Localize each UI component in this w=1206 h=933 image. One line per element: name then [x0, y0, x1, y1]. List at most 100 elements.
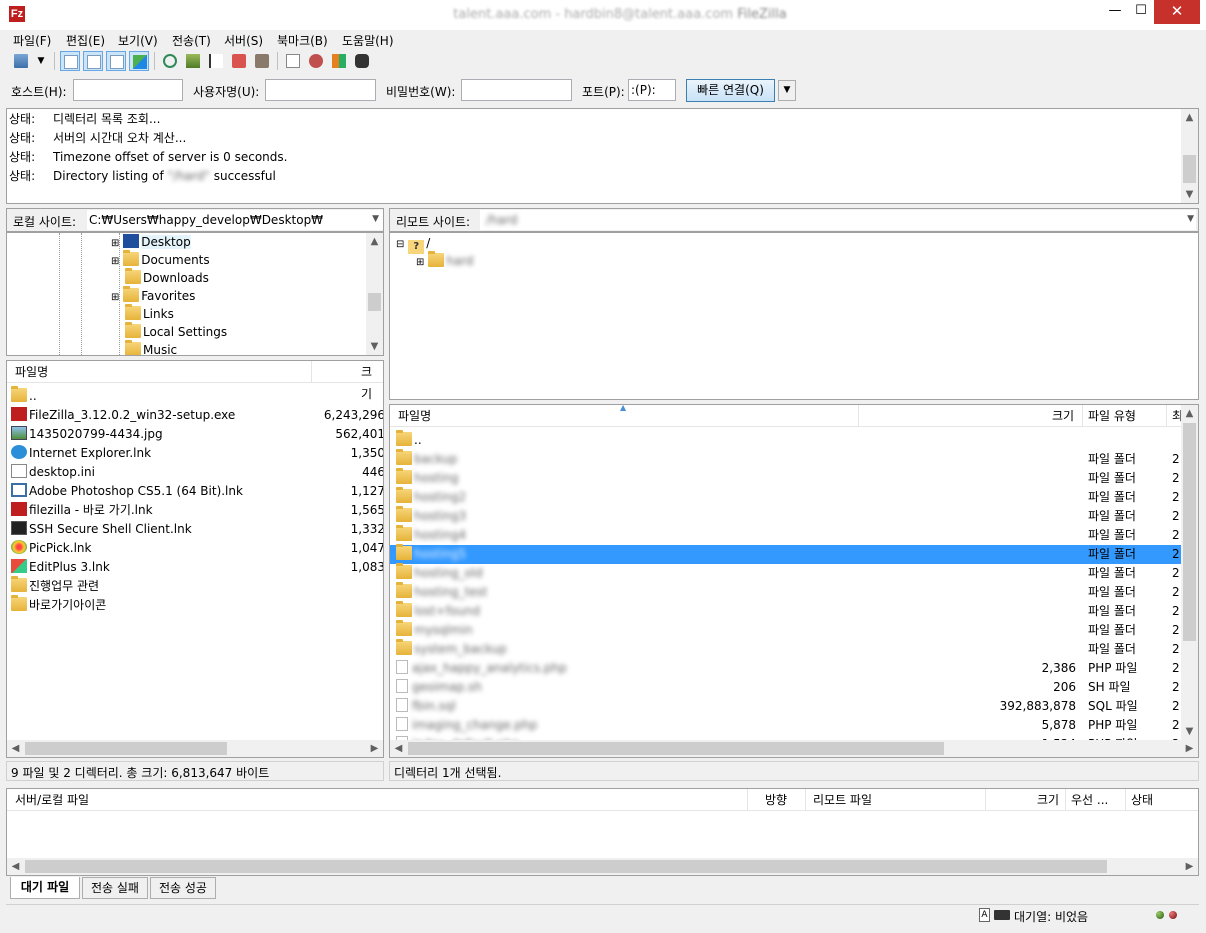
remote-file-row[interactable]: backup 파일 폴더 2 — [390, 449, 1181, 469]
tree-item[interactable]: Links — [125, 304, 174, 324]
remote-file-row[interactable]: fbin.sql 392,883,878 SQL 파일 2 — [390, 697, 1181, 716]
column-divider[interactable] — [858, 405, 859, 427]
scroll-right-icon[interactable]: ▶ — [366, 740, 383, 757]
tab-failed-transfers[interactable]: 전송 실패 — [82, 877, 148, 899]
column-divider[interactable] — [747, 789, 748, 811]
local-file-row[interactable]: 바로가기아이콘 — [11, 595, 381, 615]
scrollbar-thumb[interactable] — [25, 860, 1107, 873]
tree-item[interactable]: ⊞ Favorites — [111, 286, 195, 306]
local-file-row[interactable]: FileZilla_3.12.0.2_win32-setup.exe 6,243,… — [11, 406, 383, 425]
site-manager-dropdown[interactable]: ▼ — [34, 51, 48, 71]
remote-list-hscrollbar[interactable]: ◀ ▶ — [390, 740, 1198, 757]
remote-file-row[interactable]: hosting5 파일 폴더 2 — [390, 544, 1181, 564]
menu-help[interactable]: 도움말(H) — [342, 32, 394, 49]
local-tree-scrollbar[interactable]: ▲ ▼ — [366, 233, 383, 355]
close-button[interactable]: ✕ — [1154, 0, 1200, 24]
remote-file-row[interactable]: hosting2 파일 폴더 2 — [390, 487, 1181, 507]
collapse-icon[interactable]: ⊟ — [396, 239, 404, 250]
local-file-row[interactable]: 1435020799-4434.jpg 562,401 — [11, 425, 383, 444]
toggle-local-tree-button[interactable] — [83, 51, 103, 71]
local-file-row[interactable]: PicPick.lnk 1,047 — [11, 539, 383, 558]
chevron-down-icon[interactable]: ▼ — [1187, 214, 1194, 224]
refresh-button[interactable] — [160, 51, 180, 71]
toggle-log-button[interactable] — [60, 51, 80, 71]
column-header-name[interactable]: 파일명 — [398, 405, 431, 427]
remote-file-row[interactable]: ajax_happy_analytics.php 2,386 PHP 파일 2 — [390, 659, 1181, 678]
local-file-row[interactable]: .. — [11, 386, 381, 406]
scroll-right-icon[interactable]: ▶ — [1181, 858, 1198, 875]
expand-icon[interactable]: ⊞ — [111, 238, 119, 249]
column-header-type[interactable]: 파일 유형 — [1088, 405, 1136, 427]
tree-item[interactable]: ⊞ hard — [416, 251, 474, 271]
scroll-left-icon[interactable]: ◀ — [7, 858, 24, 875]
transfer-mode-icon[interactable]: A — [979, 908, 990, 922]
menu-file[interactable]: 파일(F) — [13, 32, 51, 49]
remote-file-row[interactable]: mysqlmin 파일 폴더 2 — [390, 620, 1181, 640]
remote-file-row[interactable]: system_backup 파일 폴더 2 — [390, 639, 1181, 659]
password-input[interactable] — [461, 79, 572, 101]
remote-list-vscrollbar[interactable]: ▲ ▼ — [1181, 405, 1198, 740]
column-divider[interactable] — [1125, 789, 1126, 811]
column-divider[interactable] — [1082, 405, 1083, 427]
tab-queued-files[interactable]: 대기 파일 — [10, 877, 80, 899]
toggle-remote-tree-button[interactable] — [106, 51, 126, 71]
remote-file-row[interactable]: .. — [390, 430, 1181, 450]
tree-item[interactable]: Downloads — [125, 268, 209, 288]
remote-file-row[interactable]: hosting_test 파일 폴더 2 — [390, 582, 1181, 602]
local-file-row[interactable]: Adobe Photoshop CS5.1 (64 Bit).lnk 1,127 — [11, 482, 383, 501]
column-header-name[interactable]: 파일명 — [15, 361, 48, 383]
remote-file-row[interactable]: lost+found 파일 폴더 2 — [390, 601, 1181, 621]
remote-path-input[interactable]: /hard — [480, 210, 1196, 230]
disconnect-button[interactable] — [229, 51, 249, 71]
tab-successful-transfers[interactable]: 전송 성공 — [150, 877, 216, 899]
search-remote-button[interactable] — [352, 51, 372, 71]
scrollbar-thumb[interactable] — [408, 742, 944, 755]
menu-server[interactable]: 서버(S) — [224, 32, 263, 49]
tree-item-root[interactable]: ⊟ ? / — [396, 234, 430, 254]
queue-column-status[interactable]: 상태 — [1131, 789, 1153, 811]
expand-icon[interactable]: ⊞ — [111, 256, 119, 267]
menu-transfer[interactable]: 전송(T) — [172, 32, 211, 49]
remote-file-row[interactable]: hosting_old 파일 폴더 2 — [390, 563, 1181, 583]
tree-item[interactable]: Local Settings — [125, 322, 227, 342]
queue-hscrollbar[interactable]: ◀ ▶ — [7, 858, 1198, 875]
sync-browsing-button[interactable] — [306, 51, 326, 71]
local-file-row[interactable]: Internet Explorer.lnk 1,350 — [11, 444, 383, 463]
queue-column-priority[interactable]: 우선 ... — [1071, 789, 1108, 811]
scrollbar-thumb[interactable] — [1183, 423, 1196, 641]
scroll-up-icon[interactable]: ▲ — [366, 233, 383, 250]
tree-item[interactable]: Music — [125, 340, 177, 355]
menu-edit[interactable]: 편집(E) — [66, 32, 105, 49]
chevron-down-icon[interactable]: ▼ — [372, 214, 379, 224]
menu-bookmarks[interactable]: 북마크(B) — [277, 32, 328, 49]
remote-file-row[interactable]: hosting4 파일 폴더 2 — [390, 525, 1181, 545]
column-divider[interactable] — [1166, 405, 1167, 427]
local-file-row[interactable]: 진행업무 관련 — [11, 576, 381, 596]
port-input[interactable]: :(P): — [628, 79, 676, 101]
column-header-size[interactable]: 크기 — [1052, 405, 1074, 427]
username-input[interactable] — [265, 79, 376, 101]
reconnect-button[interactable] — [252, 51, 272, 71]
process-queue-button[interactable] — [183, 51, 203, 71]
site-manager-button[interactable] — [11, 51, 31, 71]
queue-column-remote[interactable]: 리모트 파일 — [813, 789, 872, 811]
queue-column-file[interactable]: 서버/로컬 파일 — [15, 789, 89, 811]
scrollbar-thumb[interactable] — [1183, 155, 1196, 183]
queue-column-direction[interactable]: 방향 — [765, 789, 787, 811]
directory-listing-filter-button[interactable] — [283, 51, 303, 71]
quickconnect-button[interactable]: 빠른 연결(Q) — [686, 79, 775, 102]
remote-file-row[interactable]: imaging_change.php 5,878 PHP 파일 2 — [390, 716, 1181, 735]
directory-compare-button[interactable] — [329, 51, 349, 71]
column-divider[interactable] — [985, 789, 986, 811]
menu-view[interactable]: 보기(V) — [118, 32, 158, 49]
remote-file-row[interactable]: hosting 파일 폴더 2 — [390, 468, 1181, 488]
local-file-row[interactable]: SSH Secure Shell Client.lnk 1,332 — [11, 520, 383, 539]
column-divider[interactable] — [805, 789, 806, 811]
quickconnect-history-dropdown[interactable]: ▼ — [778, 80, 796, 101]
remote-file-row[interactable]: hosting3 파일 폴더 2 — [390, 506, 1181, 526]
scrollbar-thumb[interactable] — [25, 742, 227, 755]
scroll-left-icon[interactable]: ◀ — [390, 740, 407, 757]
expand-icon[interactable]: ⊞ — [416, 257, 424, 268]
maximize-button[interactable]: ☐ — [1124, 0, 1158, 24]
scroll-left-icon[interactable]: ◀ — [7, 740, 24, 757]
